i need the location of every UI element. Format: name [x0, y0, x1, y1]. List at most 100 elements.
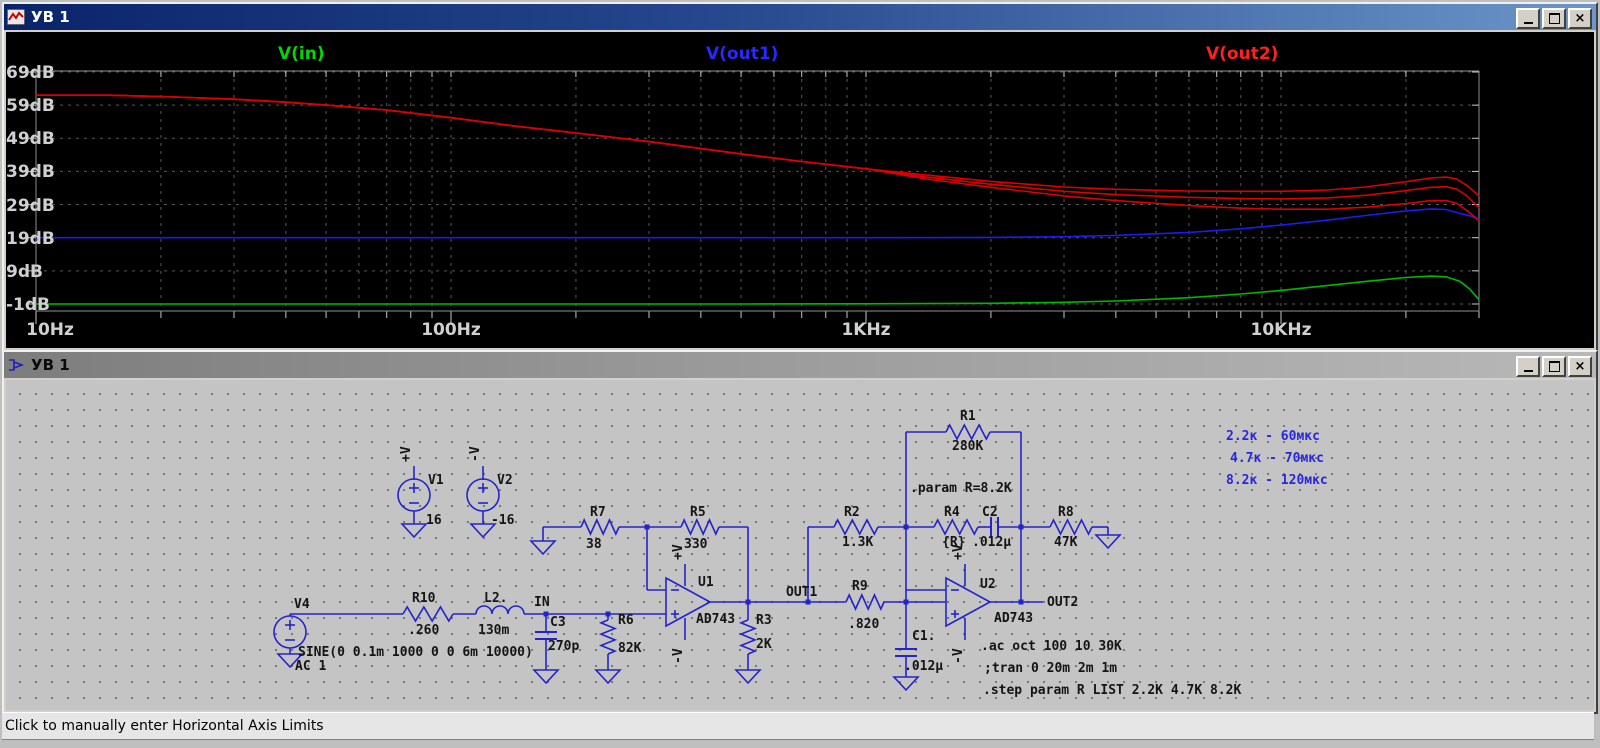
y-tick-49db: 49dB: [6, 129, 32, 149]
y-tick-19db: 19dB: [6, 229, 32, 249]
rail-label-nets-vminus[interactable]: -V: [671, 648, 686, 664]
text-nets-out1[interactable]: OUT1: [786, 585, 817, 600]
text-components-U1-name[interactable]: U1: [698, 575, 714, 590]
text-components-R8-value[interactable]: 47K: [1054, 535, 1078, 550]
schematic-window-title: УВ 1: [31, 356, 70, 374]
rail-label-nets-vminus[interactable]: -V: [468, 446, 483, 462]
schematic-window-icon: [7, 357, 25, 373]
ground-symbol[interactable]: [402, 524, 426, 537]
ground-symbol[interactable]: [894, 677, 918, 690]
text-components-L2-name[interactable]: L2.: [484, 591, 507, 606]
text-annotations-0[interactable]: 2.2к - 60мкс: [1226, 429, 1320, 444]
text-nets-in[interactable]: IN: [534, 595, 550, 610]
legend-v-in[interactable]: V(in): [278, 44, 325, 64]
resistor-R6[interactable]: [601, 620, 615, 654]
resistor-R5[interactable]: [681, 520, 719, 534]
minimize-button[interactable]: [1516, 356, 1540, 377]
rail-label-nets-vplus[interactable]: +V: [951, 544, 966, 560]
schematic-window-titlebar[interactable]: УВ 1 ×: [4, 352, 1596, 378]
close-icon: ×: [1575, 12, 1586, 25]
text-components-R1-name[interactable]: R1: [960, 409, 976, 424]
bode-plot[interactable]: [6, 32, 1594, 348]
ground-symbol[interactable]: [534, 670, 558, 683]
text-directives-1[interactable]: ;tran 0 20m 2m 1m: [984, 661, 1117, 676]
maximize-button[interactable]: [1542, 356, 1566, 377]
text-param_text[interactable]: .param R=8.2K: [910, 481, 1012, 496]
plot-window-titlebar[interactable]: УВ 1 ×: [4, 4, 1596, 30]
text-components-R3-value[interactable]: 2K: [756, 637, 772, 652]
text-components-R10-name[interactable]: R10: [412, 591, 436, 606]
text-components-R7-name[interactable]: R7: [590, 505, 606, 520]
text-components-R7-value[interactable]: 38: [586, 537, 602, 552]
inductor-L2[interactable]: [476, 606, 524, 614]
ground-symbol[interactable]: [531, 541, 555, 554]
text-components-R6-name[interactable]: R6: [618, 613, 634, 628]
resistor-R9[interactable]: [846, 595, 884, 609]
resistor-R7[interactable]: [581, 520, 619, 534]
rail-label-nets-vminus[interactable]: -V: [951, 648, 966, 664]
waveform-window-icon: [7, 9, 25, 25]
text-directives-2[interactable]: .step param R LIST 2.2K 4.7K 8.2K: [983, 683, 1241, 698]
resistor-R10[interactable]: [403, 607, 453, 621]
text-components-U1-value[interactable]: AD743: [696, 612, 735, 627]
minimize-button[interactable]: [1516, 8, 1540, 29]
text-components-R3-name[interactable]: R3: [756, 613, 772, 628]
schematic-pane[interactable]: V4 SINE(0 0.1m 1000 0 0 6m 10000)AC 1 R10.…: [6, 380, 1594, 710]
text-components-V1-value[interactable]: 16: [426, 513, 442, 528]
text-components-C2-value[interactable]: .012µ: [972, 535, 1011, 550]
text-components-C3-value[interactable]: 270p: [548, 639, 579, 654]
maximize-button[interactable]: [1542, 8, 1566, 29]
text-components-V4-value2[interactable]: AC 1: [295, 659, 326, 674]
text-components-R10-value[interactable]: .260: [408, 623, 439, 638]
ground-symbol[interactable]: [1096, 535, 1120, 548]
text-annotations-2[interactable]: 8.2к - 120мкс: [1226, 473, 1328, 488]
waveform-pane[interactable]: V(in) V(out1) V(out2) 69dB 59dB 49dB 39d…: [6, 32, 1594, 348]
rail-label-nets-vplus[interactable]: +V: [399, 446, 414, 462]
status-bar[interactable]: Click to manually enter Horizontal Axis …: [2, 712, 1594, 740]
resistor-R3[interactable]: [741, 620, 755, 654]
text-components-V2-value[interactable]: -16: [491, 513, 515, 528]
text-components-C1-name[interactable]: C1.: [912, 629, 935, 644]
text-components-R5-name[interactable]: R5: [690, 505, 706, 520]
text-nets-out2[interactable]: OUT2: [1047, 595, 1078, 610]
plot-window-buttons: ×: [1516, 8, 1592, 29]
text-components-C1-value[interactable]: .012µ: [904, 659, 943, 674]
text-components-R9-name[interactable]: R9: [852, 579, 868, 594]
rail-label-nets-vplus[interactable]: +V: [671, 544, 686, 560]
close-button[interactable]: ×: [1568, 356, 1592, 377]
text-components-R2-name[interactable]: R2: [844, 505, 860, 520]
text-components-U2-name[interactable]: U2: [980, 577, 996, 592]
text-components-V4-name[interactable]: V4: [294, 597, 310, 612]
y-tick-m1db: -1dB: [6, 295, 32, 315]
text-components-R2-value[interactable]: 1.3K: [842, 535, 873, 550]
legend-v-out2[interactable]: V(out2): [1206, 44, 1278, 64]
text-components-R8-name[interactable]: R8: [1058, 505, 1074, 520]
resistor-R4[interactable]: [934, 520, 978, 534]
trace-V(out1): [36, 209, 1479, 238]
text-components-V1-name[interactable]: V1: [428, 473, 444, 488]
text-components-R1-value[interactable]: 280K: [952, 439, 983, 454]
resistor-R8[interactable]: [1050, 520, 1092, 534]
text-annotations-1[interactable]: 4.7к - 70мкс: [1230, 451, 1324, 466]
x-tick-10khz: 10KHz: [1251, 320, 1312, 340]
resistor-R1[interactable]: [946, 425, 990, 439]
text-components-U2-value[interactable]: AD743: [994, 611, 1033, 626]
text-directives-0[interactable]: .ac oct 100 10 30K: [981, 639, 1122, 654]
close-button[interactable]: ×: [1568, 8, 1592, 29]
text-components-C3-name[interactable]: C3: [550, 615, 566, 630]
ground-symbol[interactable]: [736, 670, 760, 683]
text-components-C2-name[interactable]: C2: [982, 505, 998, 520]
text-components-R6-value[interactable]: 82K: [618, 641, 642, 656]
resistor-R2[interactable]: [834, 520, 878, 534]
text-components-R9-value[interactable]: .820: [848, 617, 879, 632]
circuit-schematic[interactable]: V4 SINE(0 0.1m 1000 0 0 6m 10000)AC 1 R10.…: [6, 380, 1594, 710]
text-components-V4-value[interactable]: SINE(0 0.1m 1000 0 0 6m 10000): [298, 645, 533, 660]
text-components-R4-name[interactable]: R4: [944, 505, 960, 520]
text-components-L2-value[interactable]: 130m: [478, 623, 509, 638]
legend-v-out1[interactable]: V(out1): [706, 44, 778, 64]
wire-junction: [904, 600, 909, 605]
y-tick-29db: 29dB: [6, 196, 32, 216]
text-components-V2-name[interactable]: V2: [497, 473, 513, 488]
ground-symbol[interactable]: [596, 670, 620, 683]
text-components-R5-value[interactable]: 330: [684, 537, 708, 552]
